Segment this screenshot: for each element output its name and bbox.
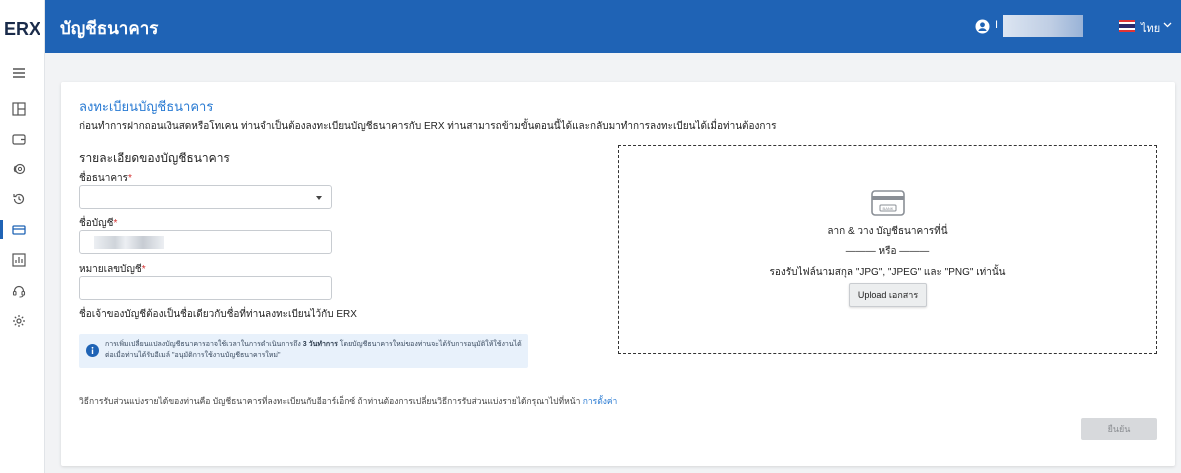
gear-icon[interactable] bbox=[11, 313, 27, 329]
info-icon bbox=[86, 344, 99, 357]
account-name-input[interactable] bbox=[79, 230, 332, 254]
menu-icon[interactable] bbox=[11, 65, 27, 81]
section-title: รายละเอียดของบัญชีธนาคาร bbox=[79, 151, 230, 165]
info-notice: การเพิ่มเปลี่ยนแปลงบัญชีธนาคารอาจใช้เวลา… bbox=[79, 334, 528, 368]
form-description: ก่อนทำการฝากถอนเงินสดหรือโทเคน ท่านจำเป็… bbox=[79, 121, 777, 132]
dashboard-icon[interactable] bbox=[11, 101, 27, 117]
sidebar: ERX bbox=[0, 0, 45, 473]
document-dropzone[interactable]: BANK ลาก & วาง บัญชีธนาคารที่นี่ ——— หรื… bbox=[618, 145, 1157, 354]
settings-link[interactable]: การตั้งค่า bbox=[583, 396, 618, 406]
user-account-icon[interactable] bbox=[975, 19, 990, 34]
drag-drop-text: ลาก & วาง บัญชีธนาคารที่นี่ bbox=[827, 226, 948, 237]
bank-name-label: ชื่อธนาคาร* bbox=[79, 171, 132, 186]
account-name-label-text: ชื่อบัญชี bbox=[79, 218, 114, 229]
coins-icon[interactable] bbox=[11, 161, 27, 177]
bank-registration-card: ลงทะเบียนบัญชีธนาคาร ก่อนทำการฝากถอนเงิน… bbox=[61, 82, 1175, 466]
bank-name-select[interactable] bbox=[79, 185, 332, 209]
info-text: การเพิ่มเปลี่ยนแปลงบัญชีธนาคารอาจใช้เวลา… bbox=[105, 339, 523, 361]
account-number-label: หมายเลขบัญชี* bbox=[79, 262, 146, 277]
required-mark: * bbox=[141, 264, 146, 275]
account-number-input[interactable] bbox=[79, 276, 332, 300]
chevron-down-icon[interactable] bbox=[1163, 22, 1172, 28]
chart-icon[interactable] bbox=[11, 252, 27, 268]
owner-name-note: ชื่อเจ้าของบัญชีต้องเป็นชื่อเดียวกับชื่อ… bbox=[79, 309, 357, 320]
user-name-redacted bbox=[1003, 15, 1083, 37]
user-name[interactable]: I bbox=[995, 19, 998, 31]
bank-card-icon[interactable] bbox=[11, 222, 27, 238]
history-icon[interactable] bbox=[11, 191, 27, 207]
dropdown-caret-icon bbox=[316, 196, 322, 200]
logo-text: ERX bbox=[4, 19, 40, 39]
bank-card-icon: BANK bbox=[871, 190, 905, 216]
or-separator: ——— หรือ ——— bbox=[845, 246, 930, 257]
info-text-bold: 3 วันทำการ bbox=[302, 341, 338, 348]
erx-logo[interactable]: ERX bbox=[4, 16, 40, 40]
wallet-icon[interactable] bbox=[11, 131, 27, 147]
bank-name-label-text: ชื่อธนาคาร bbox=[79, 173, 129, 184]
account-number-label-text: หมายเลขบัญชี bbox=[79, 264, 142, 275]
top-header: บัญชีธนาคาร I ไทย bbox=[45, 0, 1181, 53]
confirm-button[interactable]: ยืนยัน bbox=[1081, 418, 1157, 440]
active-indicator bbox=[0, 220, 3, 239]
headset-icon[interactable] bbox=[11, 283, 27, 299]
upload-document-button[interactable]: Upload เอกสาร bbox=[849, 283, 927, 307]
info-text-part1: การเพิ่มเปลี่ยนแปลงบัญชีธนาคารอาจใช้เวลา… bbox=[105, 341, 303, 348]
thai-flag-icon[interactable] bbox=[1119, 20, 1135, 32]
revenue-share-text: วิธีการรับส่วนแบ่งรายได้ของท่านคือ บัญชี… bbox=[79, 396, 583, 406]
account-name-redacted bbox=[94, 236, 164, 249]
supported-formats-text: รองรับไฟล์นามสกุล "JPG", "JPEG" และ "PNG… bbox=[769, 267, 1006, 278]
account-name-label: ชื่อบัญชี* bbox=[79, 216, 117, 231]
required-mark: * bbox=[128, 173, 132, 184]
page-title: บัญชีธนาคาร bbox=[60, 19, 159, 38]
form-title: ลงทะเบียนบัญชีธนาคาร bbox=[79, 99, 214, 114]
revenue-share-note: วิธีการรับส่วนแบ่งรายได้ของท่านคือ บัญชี… bbox=[79, 394, 617, 408]
bank-card-text: BANK bbox=[883, 206, 894, 211]
required-mark: * bbox=[113, 218, 118, 229]
language-selector[interactable]: ไทย bbox=[1141, 19, 1160, 37]
